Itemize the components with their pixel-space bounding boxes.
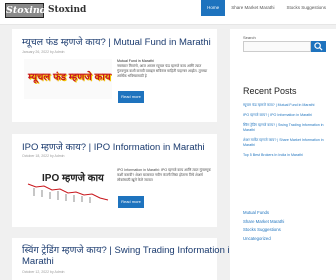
post-excerpt: Mutual Fund in Marathi नमस्कार मित्रांनो… <box>117 59 212 79</box>
recent-post-link[interactable]: Top 5 Best Brokers In India in Marathi <box>243 153 331 158</box>
search-button[interactable] <box>311 41 326 52</box>
excerpt-text: IPO Information in Marathi: IPO म्हणजे क… <box>117 168 211 182</box>
site-title[interactable]: Stoxind <box>48 5 86 15</box>
chart-graphic-icon <box>27 183 109 203</box>
post-title[interactable]: IPO म्हणजे काय? | IPO Information in Mar… <box>22 142 205 153</box>
search-label: Search <box>243 35 256 40</box>
recent-post-link[interactable]: स्विंग ट्रेडिंग म्हणजे काय? | Swing Trad… <box>243 123 331 133</box>
post-title[interactable]: स्विंग ट्रेडिंग म्हणजे काय? | Swing Trad… <box>22 245 235 256</box>
read-more-button[interactable]: Read more <box>118 196 144 208</box>
post-title[interactable]: म्यूचल फंड म्हणजे काय? | Mutual Fund in … <box>22 37 211 48</box>
thumbnail-text: म्यूचल फंड म्हणजे काय? <box>28 72 112 83</box>
nav-home[interactable]: Home <box>201 0 226 16</box>
nav-share-market-marathi[interactable]: Share Market Marathi <box>225 0 280 16</box>
search-input[interactable] <box>243 41 311 52</box>
post-card: IPO म्हणजे काय? | IPO Information in Mar… <box>12 134 217 227</box>
category-link[interactable]: Mutual Funds <box>243 210 331 216</box>
category-link[interactable]: Share Market Marathi <box>243 219 331 225</box>
search-icon <box>314 42 323 51</box>
recent-post-link[interactable]: म्यूचल फंड म्हणजे काय? | Mutual Fund in … <box>243 103 331 108</box>
sidebar: Search Recent Posts म्यूचल फंड म्हणजे का… <box>230 29 336 280</box>
recent-post-link[interactable]: शेअर मार्केट म्हणजे काय? | Share Market … <box>243 138 331 148</box>
post-thumbnail[interactable]: IPO म्हणजे काय <box>24 164 112 204</box>
site-logo[interactable]: Stoxind <box>5 3 46 18</box>
recent-posts-heading: Recent Posts <box>243 86 297 96</box>
category-link[interactable]: Uncategorized <box>243 236 331 242</box>
recent-post-link[interactable]: IPO म्हणजे काय? | IPO Information in Mar… <box>243 113 331 118</box>
category-link[interactable]: Stocks Suggestions <box>243 227 331 233</box>
post-meta: October 12, 2022 by Admin <box>22 270 65 274</box>
main-nav: Home Share Market Marathi Stocks Suggest… <box>201 0 332 16</box>
post-excerpt: IPO Information in Marathi: IPO म्हणजे क… <box>117 168 212 183</box>
site-header: Stoxind Stoxind Home Share Market Marath… <box>0 0 336 25</box>
categories-list: Mutual Funds Share Market Marathi Stocks… <box>243 210 331 244</box>
post-card: म्यूचल फंड म्हणजे काय? | Mutual Fund in … <box>12 29 217 122</box>
post-meta: October 18, 2022 by Admin <box>22 154 65 158</box>
post-title-continued[interactable]: Marathi <box>22 256 54 267</box>
post-card: स्विंग ट्रेडिंग म्हणजे काय? | Swing Trad… <box>12 238 235 280</box>
excerpt-text: नमस्कार मित्रांनो, आज आपण म्यूचल फंड म्ह… <box>117 64 208 78</box>
post-meta: January 26, 2022 by Admin <box>22 50 65 54</box>
post-thumbnail[interactable]: म्यूचल फंड म्हणजे काय? <box>24 59 112 99</box>
recent-posts-list: म्यूचल फंड म्हणजे काय? | Mutual Fund in … <box>243 103 331 163</box>
read-more-button[interactable]: Read more <box>118 91 144 103</box>
nav-stocks-suggestions[interactable]: Stocks Suggestions <box>280 0 332 16</box>
